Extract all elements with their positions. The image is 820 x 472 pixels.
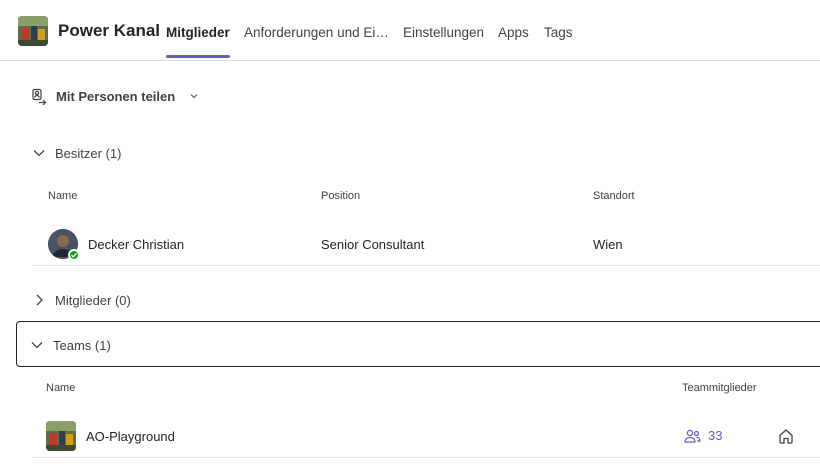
owners-section-toggle[interactable]: Besitzer (1): [31, 145, 121, 161]
row-divider: [33, 457, 820, 458]
members-heading: Mitglieder (0): [55, 292, 131, 308]
tab-members[interactable]: Mitglieder: [166, 25, 230, 40]
owners-heading: Besitzer (1): [55, 145, 122, 161]
chevron-down-icon: [31, 145, 47, 161]
teams-section-toggle[interactable]: Teams (1): [29, 337, 111, 353]
share-with-people-button[interactable]: Mit Personen teilen: [30, 85, 199, 107]
column-header-name[interactable]: Name: [48, 190, 77, 202]
team-name[interactable]: AO-Playground: [86, 429, 175, 444]
column-header-team-members[interactable]: Teammitglieder: [682, 382, 757, 394]
channel-header: Power Kanal Mitglieder Anforderungen und…: [0, 0, 820, 61]
owner-location: Wien: [593, 237, 623, 252]
tab-settings[interactable]: Einstellungen: [403, 25, 484, 40]
column-header-name[interactable]: Name: [46, 382, 75, 394]
team-member-count-button[interactable]: 33: [684, 428, 722, 443]
avatar[interactable]: [48, 229, 80, 261]
channel-title: Power Kanal: [58, 21, 161, 40]
tab-apps[interactable]: Apps: [498, 25, 529, 40]
team-member-count: 33: [708, 428, 723, 443]
chevron-down-icon: [189, 91, 199, 101]
team-avatar: [46, 421, 76, 451]
column-header-position[interactable]: Position: [321, 190, 360, 202]
tab-tags[interactable]: Tags: [544, 25, 573, 40]
chevron-down-icon: [29, 337, 45, 353]
owner-position: Senior Consultant: [321, 237, 425, 252]
teams-heading: Teams (1): [53, 337, 111, 353]
presence-available-icon: [68, 249, 80, 261]
active-tab-indicator: [166, 55, 230, 58]
teams-section-focus-outline: [16, 321, 820, 367]
channel-avatar: [18, 16, 48, 46]
share-label: Mit Personen teilen: [56, 88, 176, 104]
row-divider: [33, 265, 820, 266]
owner-name[interactable]: Decker Christian: [88, 237, 184, 252]
column-header-location[interactable]: Standort: [593, 190, 635, 202]
home-icon[interactable]: [777, 427, 795, 445]
share-people-icon: [30, 87, 48, 105]
people-icon: [684, 429, 701, 443]
tab-requests[interactable]: Anforderungen und Ei…: [244, 25, 389, 40]
members-section-toggle[interactable]: Mitglieder (0): [31, 292, 131, 308]
chevron-right-icon: [31, 292, 47, 308]
